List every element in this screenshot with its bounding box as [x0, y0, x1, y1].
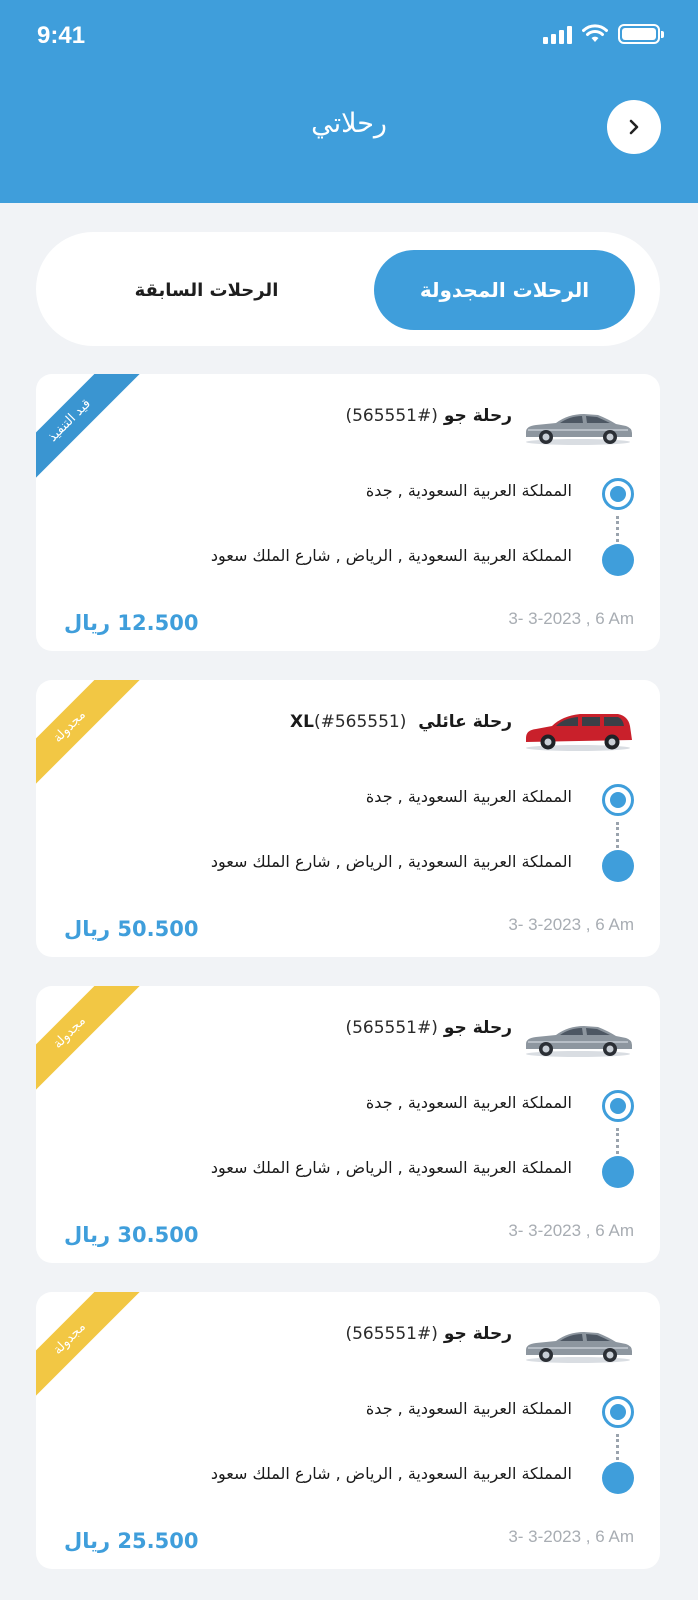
dropoff-address: المملكة العربية السعودية , الرياض , شارع… [210, 1158, 572, 1177]
trip-datetime: 3- 3-2023 , 6 Am [508, 609, 634, 628]
trip-card[interactable]: مجدولة رحلة جو(#565551) المملكة العربية … [36, 1292, 660, 1569]
trip-name: رحلة جو [443, 1018, 512, 1038]
trip-name: رحلة جو [443, 1324, 512, 1344]
trip-title: رحلة جو(#565551) [345, 1324, 512, 1344]
trip-price: 25.500 ريال [64, 1529, 199, 1553]
silver-sedan-car-icon [526, 414, 632, 445]
tab-scheduled-trips[interactable]: الرحلات المجدولة [374, 250, 635, 330]
wifi-icon [582, 24, 608, 42]
trip-price: 12.500 ريال [64, 611, 199, 635]
status-time: 9:41 [37, 22, 86, 49]
battery-icon [618, 24, 664, 44]
trip-name: رحلة جو [443, 406, 512, 426]
trip-price: 50.500 ريال [64, 917, 199, 941]
trip-card[interactable]: مجدولة رحلة جو(#565551) المملكة العربية … [36, 986, 660, 1263]
trip-title: رحلة جو(#565551) [345, 406, 512, 426]
chevron-right-icon [629, 119, 639, 135]
pickup-address: المملكة العربية السعودية , جدة [365, 1399, 572, 1418]
status-icons [543, 24, 664, 44]
trips-tab-switcher: الرحلات المجدولة الرحلات السابقة [36, 232, 660, 346]
back-button[interactable] [607, 100, 661, 154]
silver-sedan-car-icon [526, 1332, 632, 1363]
dropoff-address: المملكة العربية السعودية , الرياض , شارع… [210, 546, 572, 565]
pickup-pin-icon [602, 1090, 634, 1122]
trip-title: رحلة عائلي XL(#565551) [290, 712, 512, 732]
signal-icon [543, 24, 572, 44]
trip-status-ribbon: مجدولة [36, 986, 142, 1105]
trip-number: (#565551) [345, 1324, 438, 1344]
pickup-pin-icon [602, 784, 634, 816]
app-header: 9:41 رحلاتي [0, 0, 698, 203]
trip-number: (#565551) [345, 1018, 438, 1038]
pickup-pin-icon [602, 1396, 634, 1428]
dropoff-pin-icon [602, 1156, 634, 1188]
page-title: رحلاتي [311, 108, 387, 139]
trip-title: رحلة جو(#565551) [345, 1018, 512, 1038]
trip-datetime: 3- 3-2023 , 6 Am [508, 1527, 634, 1546]
trip-status-ribbon: مجدولة [36, 1292, 142, 1411]
pickup-pin-icon [602, 478, 634, 510]
dropoff-address: المملكة العربية السعودية , الرياض , شارع… [210, 852, 572, 871]
dropoff-pin-icon [602, 850, 634, 882]
silver-sedan-car-icon [526, 1026, 632, 1057]
trip-card[interactable]: مجدولة رحلة عائلي XL(#565551) المملكة ال… [36, 680, 660, 957]
red-hatchback-car-icon [526, 714, 632, 751]
trip-price: 30.500 ريال [64, 1223, 199, 1247]
trip-card[interactable]: قيد التنفيذ رحلة جو(#565551) المملكة الع… [36, 374, 660, 651]
trip-status-ribbon: قيد التنفيذ [36, 374, 142, 493]
dropoff-pin-icon [602, 1462, 634, 1494]
pickup-address: المملكة العربية السعودية , جدة [365, 1093, 572, 1112]
trip-number: (#565551) [345, 406, 438, 426]
tab-past-trips[interactable]: الرحلات السابقة [76, 250, 337, 330]
pickup-address: المملكة العربية السعودية , جدة [365, 481, 572, 500]
trip-status-ribbon: مجدولة [36, 680, 142, 799]
dropoff-pin-icon [602, 544, 634, 576]
pickup-address: المملكة العربية السعودية , جدة [365, 787, 572, 806]
trip-number: (#565551) [313, 712, 407, 732]
trip-datetime: 3- 3-2023 , 6 Am [508, 915, 634, 934]
trip-datetime: 3- 3-2023 , 6 Am [508, 1221, 634, 1240]
dropoff-address: المملكة العربية السعودية , الرياض , شارع… [210, 1464, 572, 1483]
